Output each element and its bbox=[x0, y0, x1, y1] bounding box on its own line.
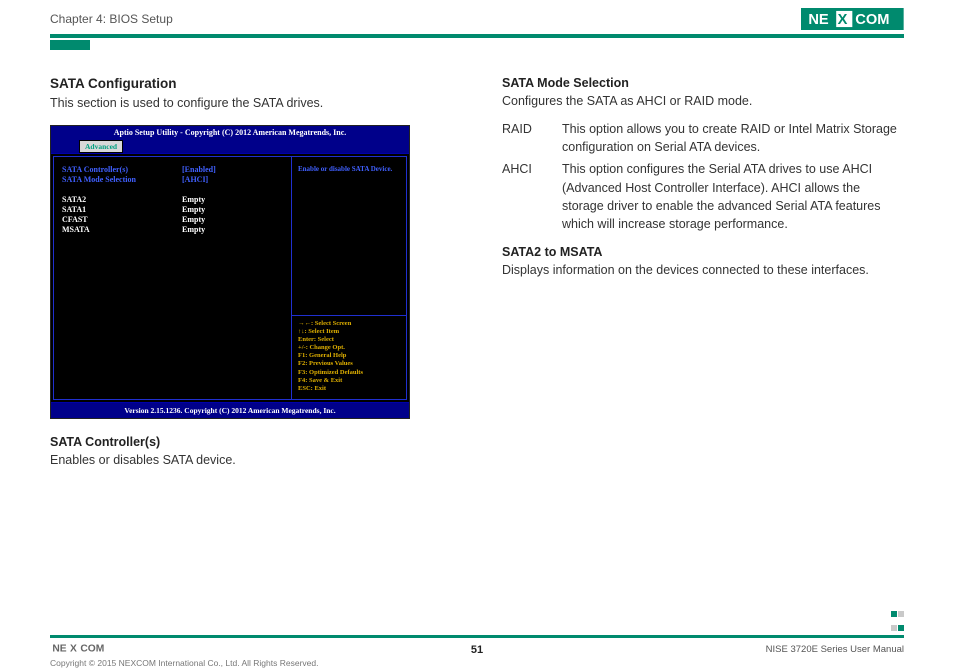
right-column: SATA Mode Selection Configures the SATA … bbox=[502, 76, 904, 479]
bios-value: [AHCI] bbox=[182, 175, 208, 185]
subsection-heading: SATA Controller(s) bbox=[50, 435, 452, 449]
bios-body: SATA Controller(s) [Enabled] SATA Mode S… bbox=[51, 153, 409, 403]
svg-text:COM: COM bbox=[856, 12, 890, 28]
section-heading: SATA Configuration bbox=[50, 76, 452, 91]
bios-screenshot: Aptio Setup Utility - Copyright (C) 2012… bbox=[50, 125, 410, 420]
bios-row-sata1: SATA1 Empty bbox=[62, 205, 283, 215]
bios-row-sata-controllers: SATA Controller(s) [Enabled] bbox=[62, 165, 283, 175]
section-subtitle: This section is used to configure the SA… bbox=[50, 95, 452, 113]
subsection-text: Displays information on the devices conn… bbox=[502, 261, 904, 279]
subsection-text: Configures the SATA as AHCI or RAID mode… bbox=[502, 92, 904, 110]
page-footer: NE X COM 51 NISE 3720E Series User Manua… bbox=[50, 641, 904, 658]
page-header: Chapter 4: BIOS Setup NE X COM bbox=[0, 0, 954, 30]
bios-row-sata2: SATA2 Empty bbox=[62, 195, 283, 205]
bios-value: [Enabled] bbox=[182, 165, 216, 175]
bios-label: SATA2 bbox=[62, 195, 182, 205]
section-tab-marker bbox=[50, 40, 90, 50]
footer-deco-icon bbox=[890, 606, 904, 634]
subsection-text: Enables or disables SATA device. bbox=[50, 451, 452, 469]
copyright-text: Copyright © 2015 NEXCOM International Co… bbox=[50, 658, 318, 668]
option-row-ahci: AHCI This option configures the Serial A… bbox=[502, 160, 904, 233]
footer-rule bbox=[50, 635, 904, 638]
bios-label: MSATA bbox=[62, 225, 182, 235]
bios-label: SATA Controller(s) bbox=[62, 165, 182, 175]
bios-title-bar: Aptio Setup Utility - Copyright (C) 2012… bbox=[51, 126, 409, 140]
bios-row-cfast: CFAST Empty bbox=[62, 215, 283, 225]
option-key: AHCI bbox=[502, 160, 544, 233]
subsection-heading: SATA2 to MSATA bbox=[502, 245, 904, 259]
chapter-title: Chapter 4: BIOS Setup bbox=[50, 12, 173, 26]
bios-footer-bar: Version 2.15.1236. Copyright (C) 2012 Am… bbox=[51, 403, 409, 418]
bios-value: Empty bbox=[182, 195, 205, 205]
nexcom-logo: NE X COM bbox=[801, 8, 904, 30]
bios-help-text: Enable or disable SATA Device. bbox=[292, 156, 407, 316]
bios-tab-row: Advanced bbox=[51, 140, 409, 153]
bios-row-sata-mode: SATA Mode Selection [AHCI] bbox=[62, 175, 283, 185]
bios-value: Empty bbox=[182, 225, 205, 235]
bios-label: SATA1 bbox=[62, 205, 182, 215]
bios-row-msata: MSATA Empty bbox=[62, 225, 283, 235]
bios-key-hints: →←: Select Screen ↑↓: Select Item Enter:… bbox=[292, 316, 407, 400]
svg-text:NE: NE bbox=[809, 12, 830, 28]
option-desc: This option allows you to create RAID or… bbox=[562, 120, 904, 156]
page-number: 51 bbox=[471, 644, 483, 656]
option-row-raid: RAID This option allows you to create RA… bbox=[502, 120, 904, 156]
subsection-heading: SATA Mode Selection bbox=[502, 76, 904, 90]
left-column: SATA Configuration This section is used … bbox=[50, 76, 452, 479]
content-area: SATA Configuration This section is used … bbox=[0, 50, 954, 479]
svg-text:X: X bbox=[838, 12, 848, 28]
bios-tab-advanced: Advanced bbox=[79, 140, 123, 153]
header-rule bbox=[50, 34, 904, 38]
bios-value: Empty bbox=[182, 205, 205, 215]
bios-label: CFAST bbox=[62, 215, 182, 225]
bios-label: SATA Mode Selection bbox=[62, 175, 182, 185]
bios-side-panel: Enable or disable SATA Device. →←: Selec… bbox=[292, 156, 407, 400]
option-desc: This option configures the Serial ATA dr… bbox=[562, 160, 904, 233]
option-key: RAID bbox=[502, 120, 544, 156]
bios-main-panel: SATA Controller(s) [Enabled] SATA Mode S… bbox=[53, 156, 292, 400]
bios-value: Empty bbox=[182, 215, 205, 225]
